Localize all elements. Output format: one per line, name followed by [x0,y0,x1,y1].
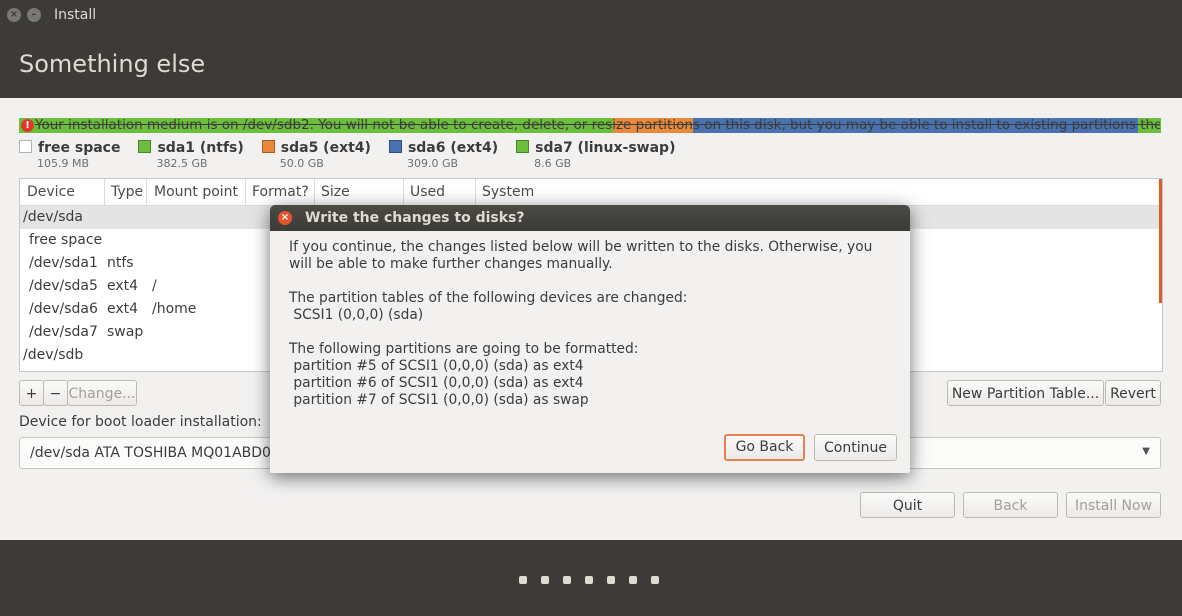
column-header[interactable]: Device [27,184,75,200]
dialog-title: Write the changes to disks? [305,210,525,226]
remove-partition-button[interactable]: − [43,380,68,406]
legend-swatch [516,140,530,153]
cell-device: /dev/sda1 [29,255,98,271]
format-partition-item: partition #5 of SCSI1 (0,0,0) (sda) as e… [289,358,584,374]
warning-icon: ! [21,119,34,132]
window-title: Install [54,7,97,23]
progress-dot [563,576,571,584]
cell-type: swap [107,324,144,340]
window-titlebar: × – Install [0,0,1182,32]
column-header[interactable]: Format? [252,184,309,200]
column-divider[interactable] [475,179,476,205]
add-partition-button[interactable]: + [19,380,44,406]
cell-type: ntfs [107,255,134,271]
boot-loader-value: /dev/sda ATA TOSHIBA MQ01ABD0 [30,445,271,461]
minimize-window-icon[interactable]: – [27,8,41,22]
dialog-body: If you continue, the changes listed belo… [289,239,897,409]
column-header[interactable]: Type [111,184,143,200]
close-window-icon[interactable]: × [7,8,21,22]
progress-footer [0,540,1182,616]
cell-device: /dev/sda [23,209,83,225]
legend-swatch [261,140,275,153]
legend-name: sda6 (ext4) [407,140,499,156]
new-partition-table-button[interactable]: New Partition Table... [947,380,1104,406]
column-divider[interactable] [403,179,404,205]
install-now-button[interactable]: Install Now [1066,492,1161,518]
cell-mount-point: /home [152,301,197,317]
progress-dot [651,576,659,584]
legend-item: sda1 (ntfs) 382.5 GB [138,140,244,170]
legend-item: sda7 (linux-swap) 8.6 GB [516,140,675,170]
legend-size: 8.6 GB [534,157,572,170]
cell-device: /dev/sda6 [29,301,98,317]
write-changes-dialog: × Write the changes to disks? If you con… [270,205,910,473]
change-partition-button[interactable]: Change... [67,380,137,406]
revert-button[interactable]: Revert [1105,380,1161,406]
chevron-down-icon: ▼ [1142,446,1150,457]
legend-size: 382.5 GB [156,157,208,170]
continue-button[interactable]: Continue [814,434,897,461]
tables-list: SCSI1 (0,0,0) (sda) [289,307,897,324]
legend-name: sda1 (ntfs) [157,140,244,156]
legend-item: sda5 (ext4) 50.0 GB [261,140,371,170]
legend-item: sda6 (ext4) 309.0 GB [388,140,499,170]
column-divider[interactable] [146,179,147,205]
column-header[interactable]: System [482,184,534,200]
progress-dot [607,576,615,584]
dialog-intro: If you continue, the changes listed belo… [289,239,873,272]
boot-loader-label: Device for boot loader installation: [19,414,262,430]
column-divider[interactable] [314,179,315,205]
progress-dot [629,576,637,584]
cell-type: ext4 [107,301,139,317]
format-partition-item: partition #7 of SCSI1 (0,0,0) (sda) as s… [289,392,589,408]
cell-type: ext4 [107,278,139,294]
legend-item: free space 105.9 MB [19,140,120,170]
table-header: Device Type Mount point Format? Size Used Syst… [20,179,1162,206]
progress-dot [541,576,549,584]
cell-device: /dev/sda7 [29,324,98,340]
format-list: partition #5 of SCSI1 (0,0,0) (sda) as e… [289,358,897,409]
warning-message: Your installation medium is on /dev/sdb2… [35,117,1160,133]
format-heading: The following partitions are going to be… [289,341,639,357]
legend-size: 105.9 MB [37,157,90,170]
cell-device: free space [29,232,103,248]
legend-name: sda5 (ext4) [280,140,371,156]
partition-legend: free space 105.9 MB sda1 (ntfs) 382.5 GB sda… [19,140,693,170]
cell-device: /dev/sda5 [29,278,98,294]
progress-dot [519,576,527,584]
tables-heading: The partition tables of the following de… [289,290,688,306]
legend-name: free space [38,140,121,156]
column-divider[interactable] [104,179,105,205]
cell-mount-point: / [152,278,157,294]
column-divider[interactable] [245,179,246,205]
back-button[interactable]: Back [963,492,1058,518]
column-header[interactable]: Mount point [154,184,238,200]
column-header[interactable]: Used [410,184,445,200]
legend-size: 309.0 GB [406,157,459,170]
format-partition-item: partition #6 of SCSI1 (0,0,0) (sda) as e… [289,375,584,391]
legend-name: sda7 (linux-swap) [535,140,676,156]
legend-size: 50.0 GB [279,157,324,170]
cell-device: /dev/sdb [23,347,84,363]
page-header: Something else [0,32,1182,98]
dialog-close-icon[interactable]: × [278,211,292,225]
progress-dot [585,576,593,584]
legend-swatch [19,140,32,153]
scroll-indicator[interactable] [1159,179,1162,303]
legend-swatch [138,140,152,153]
changed-table-item: SCSI1 (0,0,0) (sda) [289,307,424,323]
dialog-titlebar: × Write the changes to disks? [270,205,910,231]
go-back-button[interactable]: Go Back [724,434,805,461]
column-header[interactable]: Size [321,184,350,200]
legend-swatch [388,140,402,153]
quit-button[interactable]: Quit [860,492,955,518]
page-title: Something else [19,50,206,78]
